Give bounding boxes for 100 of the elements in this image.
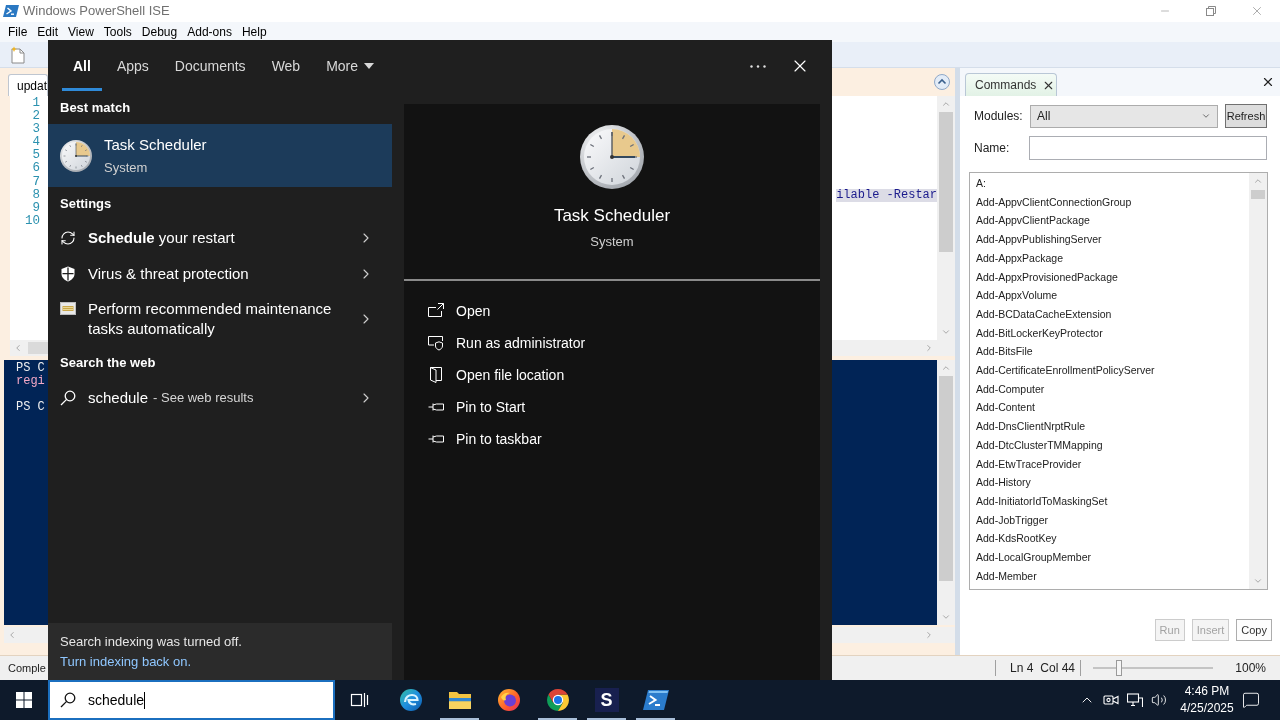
scroll-down-icon[interactable] — [941, 327, 951, 337]
commands-tab[interactable]: Commands — [965, 73, 1057, 96]
taskbar-app-button[interactable]: S — [582, 680, 631, 720]
menu-item[interactable]: Add-ons — [182, 22, 237, 42]
speaker-icon[interactable] — [1151, 692, 1167, 708]
settings-result[interactable]: Schedule your restart — [48, 220, 392, 256]
line-number: 1 — [32, 97, 40, 110]
scrollbar-thumb[interactable] — [1251, 190, 1265, 199]
vertical-scrollbar[interactable] — [937, 96, 955, 340]
command-item[interactable]: Add-AppvClientConnectionGroup — [976, 195, 1132, 208]
video-camera-icon[interactable] — [1103, 692, 1119, 708]
fox-logo-icon[interactable] — [496, 688, 521, 712]
command-item[interactable]: Add-EtwTraceProvider — [976, 457, 1082, 470]
more-icon[interactable] — [750, 64, 766, 68]
command-item[interactable]: Add-BitLockerKeyProtector — [976, 326, 1103, 339]
command-item[interactable]: Add-KdsRootKey — [976, 532, 1057, 545]
modules-dropdown[interactable]: All — [1030, 104, 1218, 128]
action-item[interactable]: Open — [428, 295, 491, 327]
command-item[interactable]: Add-BCDataCacheExtension — [976, 307, 1112, 320]
search-field[interactable]: schedule — [48, 680, 335, 720]
filter-tab[interactable]: All — [60, 40, 104, 92]
command-item[interactable]: Add-Member — [976, 569, 1037, 582]
monitor-shield-icon — [428, 335, 444, 351]
filter-tab[interactable]: Apps — [103, 40, 162, 92]
result-text: Schedule your restart — [88, 228, 236, 248]
web-result[interactable]: schedule - See web results — [48, 380, 392, 416]
scroll-left-icon[interactable] — [7, 630, 17, 640]
command-item[interactable]: Add-Content — [976, 401, 1035, 414]
search-icon — [60, 692, 76, 708]
action-item[interactable]: Pin to taskbar — [428, 423, 542, 455]
slider-thumb[interactable] — [1116, 660, 1123, 676]
segmented-circle-icon[interactable] — [545, 688, 570, 712]
command-item[interactable]: Add-History — [976, 476, 1031, 489]
menu-item[interactable]: Tools — [98, 22, 137, 42]
filter-tab[interactable]: More — [313, 40, 388, 92]
command-item[interactable]: Add-AppxPackage — [976, 251, 1063, 264]
scroll-up-icon[interactable] — [1253, 176, 1263, 186]
settings-result[interactable]: Virus & threat protection — [48, 256, 392, 292]
swirl-logo-icon[interactable] — [398, 688, 423, 712]
filter-tab[interactable]: Web — [258, 40, 314, 92]
settings-result[interactable]: Perform recommended maintenance tasks automatically — [48, 292, 392, 346]
filter-tab[interactable]: Documents — [161, 40, 259, 92]
folder-icon[interactable] — [447, 689, 472, 711]
command-item[interactable]: A: — [976, 177, 986, 189]
scrollbar-thumb[interactable] — [939, 376, 953, 581]
close-icon[interactable] — [1261, 75, 1275, 89]
command-item[interactable]: Add-CertificateEnrollmentPolicyServer — [976, 364, 1155, 377]
scroll-right-icon[interactable] — [924, 343, 934, 353]
menu-item[interactable]: View — [63, 22, 99, 42]
collapse-icon[interactable] — [934, 74, 950, 90]
code-text: ilable -Restar — [836, 188, 937, 202]
field-label: Modules: — [974, 108, 1024, 125]
new-file-icon[interactable] — [10, 45, 26, 64]
scroll-right-icon[interactable] — [924, 630, 934, 640]
scroll-up-icon[interactable] — [941, 363, 951, 373]
file-tab[interactable]: updat — [8, 74, 48, 96]
system-time[interactable]: 4:46 PM — [1184, 683, 1230, 700]
refresh-button[interactable]: Refresh — [1225, 104, 1267, 128]
terminal-prompt-icon[interactable] — [642, 689, 669, 711]
notifications-icon[interactable] — [1242, 691, 1260, 709]
command-item[interactable]: Add-AppvClientPackage — [976, 214, 1090, 227]
command-item[interactable]: Add-DnsClientNrptRule — [976, 420, 1086, 433]
command-item[interactable]: Add-LocalGroupMember — [976, 551, 1091, 564]
turn-indexing-on-link[interactable]: Turn indexing back on. — [60, 651, 192, 672]
action-item[interactable]: Run as administrator — [428, 327, 586, 359]
scroll-left-icon[interactable] — [13, 343, 23, 353]
console-line: regi — [16, 374, 45, 388]
scroll-up-icon[interactable] — [941, 99, 951, 109]
line-number: 9 — [32, 201, 40, 215]
clock-icon — [580, 125, 644, 189]
command-action-button[interactable]: Copy — [1236, 619, 1272, 641]
command-item[interactable]: Add-AppxProvisionedPackage — [976, 270, 1118, 283]
command-item[interactable]: Add-InitiatorIdToMaskingSet — [976, 494, 1108, 507]
vertical-scrollbar[interactable] — [1249, 173, 1267, 589]
action-item[interactable]: Open file location — [428, 359, 565, 391]
wired-network-icon[interactable] — [1127, 692, 1143, 708]
result-text: Virus & threat protection — [88, 264, 250, 284]
best-match-item[interactable]: Task Scheduler System — [48, 124, 392, 187]
vertical-scrollbar[interactable] — [937, 360, 955, 625]
restore-icon[interactable] — [1206, 6, 1216, 16]
command-item[interactable]: Add-DtcClusterTMMapping — [976, 438, 1103, 451]
scroll-down-icon[interactable] — [941, 612, 951, 622]
task-view-icon[interactable] — [349, 692, 369, 708]
command-item[interactable]: Add-AppvPublishingServer — [976, 233, 1102, 246]
name-input[interactable] — [1029, 136, 1267, 160]
menu-item[interactable]: Debug — [136, 22, 183, 42]
clock-icon — [60, 139, 92, 172]
action-item[interactable]: Pin to Start — [428, 391, 526, 423]
menu-item[interactable]: File — [3, 22, 33, 42]
command-item[interactable]: Add-AppxVolume — [976, 289, 1058, 302]
scroll-down-icon[interactable] — [1253, 576, 1263, 586]
command-item[interactable]: Add-Computer — [976, 382, 1045, 395]
command-item[interactable]: Add-JobTrigger — [976, 513, 1048, 526]
menu-item[interactable]: Help — [236, 22, 272, 42]
letter-logo[interactable]: S — [594, 688, 619, 712]
command-item[interactable]: Add-BitsFile — [976, 345, 1033, 358]
menu-item[interactable]: Edit — [32, 22, 64, 42]
preview-category: System — [590, 234, 634, 250]
system-date[interactable]: 4/25/2025 — [1180, 700, 1234, 717]
scrollbar-thumb[interactable] — [939, 112, 953, 252]
